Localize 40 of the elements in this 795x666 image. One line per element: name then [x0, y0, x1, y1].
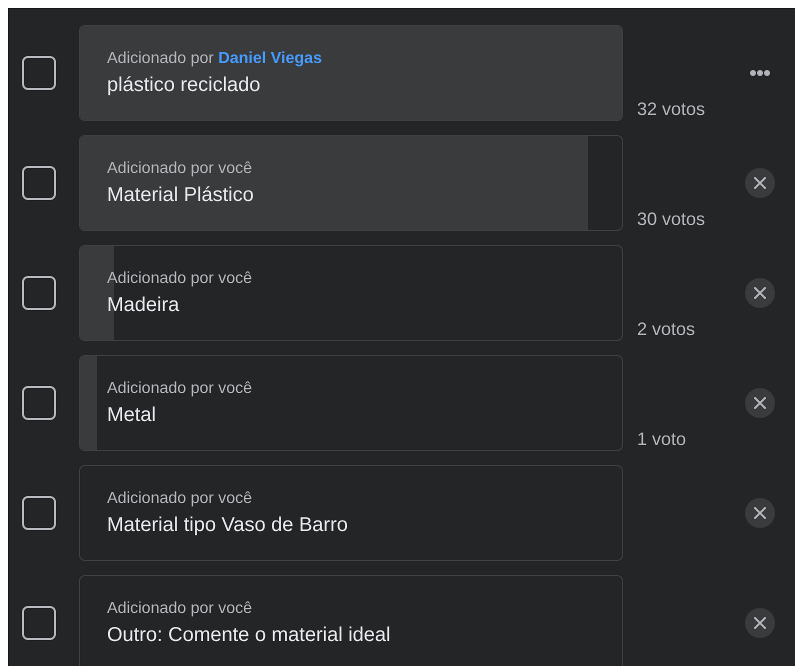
remove-button[interactable] [745, 388, 775, 418]
option-label: Material Plástico [107, 183, 255, 208]
close-icon [754, 617, 766, 629]
option-label: Material tipo Vaso de Barro [107, 513, 349, 538]
option-label: Metal [107, 403, 157, 428]
vote-count: 32 votos [636, 98, 706, 121]
close-icon [754, 287, 766, 299]
option-card[interactable]: Adicionado por você Material tipo Vaso de Barro [79, 465, 623, 561]
checkbox[interactable] [22, 56, 56, 90]
remove-button[interactable] [745, 278, 775, 308]
added-by-text: Adicionado por você [107, 269, 253, 289]
added-by-text: Adicionado por você [107, 379, 253, 399]
vote-count: 30 votos [636, 208, 706, 231]
checkbox[interactable] [22, 496, 56, 530]
close-icon [754, 507, 766, 519]
added-by-text: Adicionado por você [107, 599, 253, 619]
checkbox[interactable] [22, 606, 56, 640]
checkbox[interactable] [22, 166, 56, 200]
added-by-text: Adicionado por Daniel Viegas [107, 49, 323, 69]
remove-button[interactable] [745, 168, 775, 198]
checkbox[interactable] [22, 386, 56, 420]
vote-count: 2 votos [636, 318, 696, 341]
close-icon [754, 397, 766, 409]
option-card[interactable]: Adicionado por você Metal [79, 355, 623, 451]
author-link[interactable]: Daniel Viegas [218, 50, 322, 67]
added-by-text: Adicionado por você [107, 489, 253, 509]
added-by-text: Adicionado por você [107, 159, 253, 179]
close-icon [754, 177, 766, 189]
remove-button[interactable] [745, 608, 775, 638]
option-label: plástico reciclado [107, 73, 262, 98]
vote-count: 1 voto [636, 428, 688, 451]
more-icon[interactable] [749, 69, 771, 77]
option-label: Madeira [107, 293, 180, 318]
option-label: Outro: Comente o material ideal [107, 623, 392, 648]
remove-button[interactable] [745, 498, 775, 528]
checkbox[interactable] [22, 276, 56, 310]
option-card[interactable]: Adicionado por Daniel Viegas plástico reciclado [79, 25, 623, 121]
option-card[interactable]: Adicionado por você Outro: Comente o material ideal [79, 575, 623, 666]
option-card[interactable]: Adicionado por você Madeira [79, 245, 623, 341]
option-card[interactable]: Adicionado por você Material Plástico [79, 135, 623, 231]
